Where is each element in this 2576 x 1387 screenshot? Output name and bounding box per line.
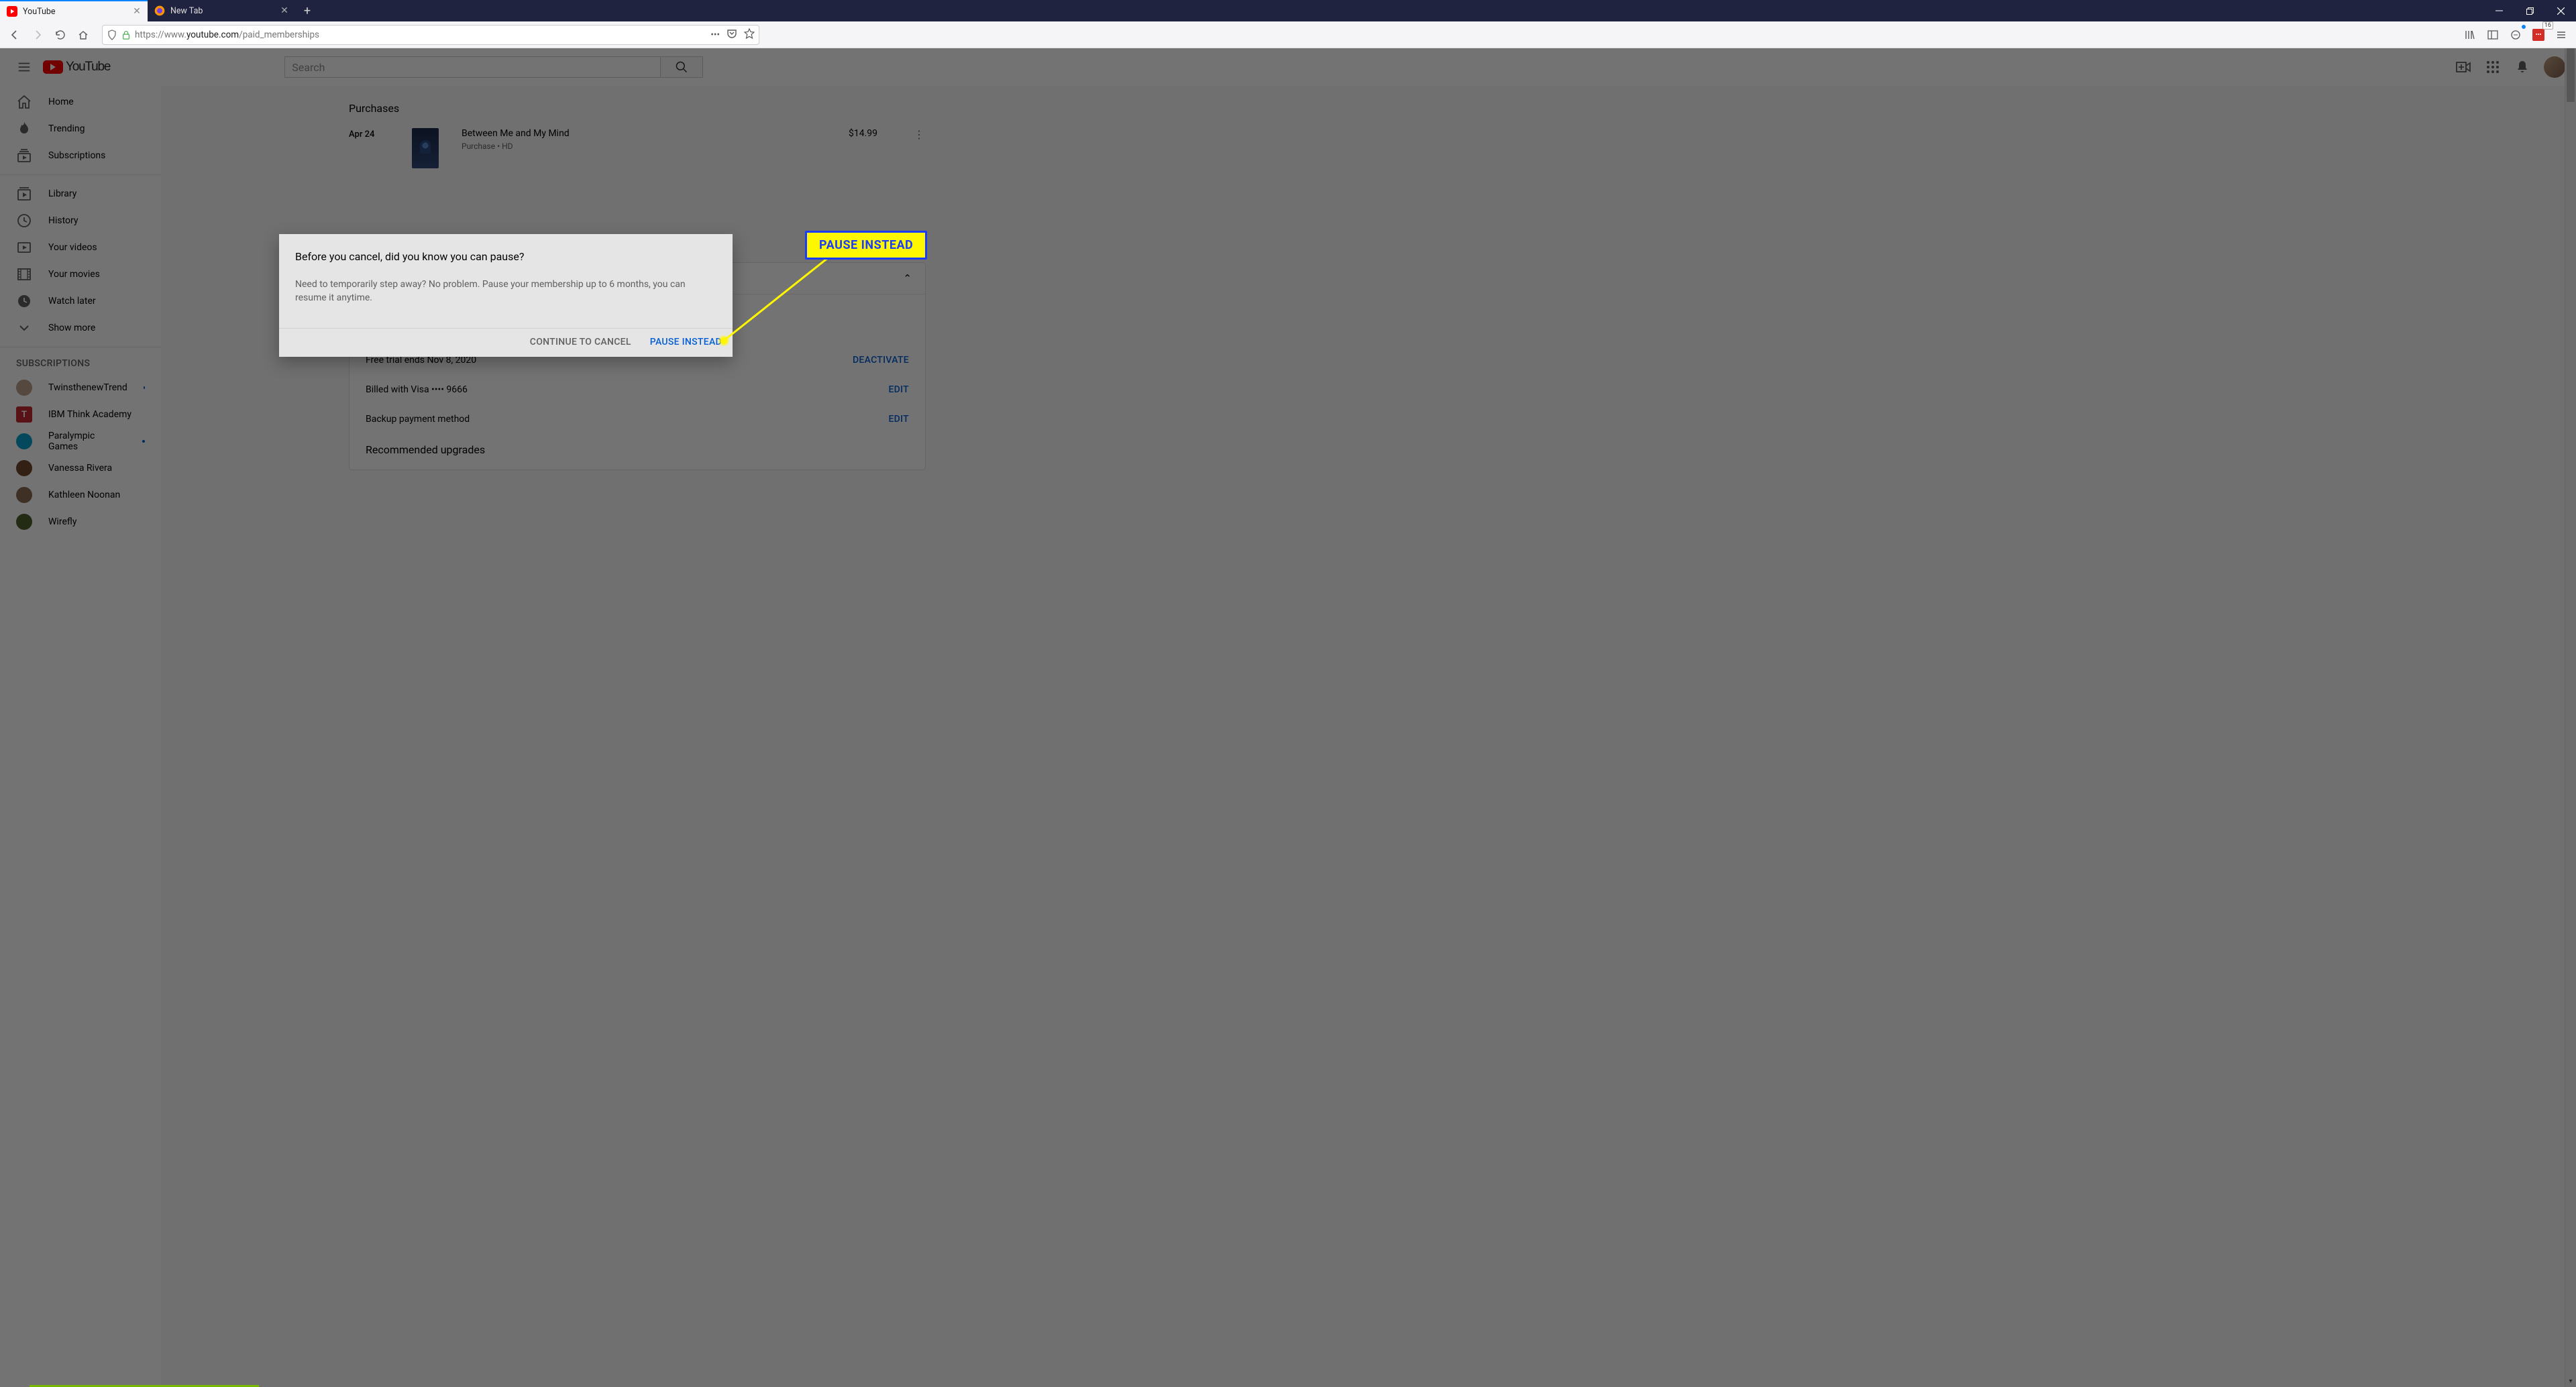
maximize-button[interactable] [2514,0,2545,21]
forward-button[interactable] [27,24,48,46]
extension-lastpass-icon[interactable]: ••• 16 [2528,24,2549,46]
url-bar[interactable]: https://www.youtube.com/paid_memberships… [102,25,759,45]
continue-cancel-button[interactable]: CONTINUE TO CANCEL [530,337,631,347]
callout-label: PAUSE INSTEAD [805,231,927,260]
container-icon[interactable] [2505,24,2526,46]
lock-icon[interactable] [121,30,131,40]
library-icon[interactable] [2459,24,2481,46]
tab-youtube[interactable]: YouTube ✕ [0,0,148,21]
close-button[interactable] [2545,0,2576,21]
new-tab-button[interactable]: + [295,0,319,21]
modal-text: Need to temporarily step away? No proble… [295,278,716,305]
reload-button[interactable] [50,24,71,46]
home-button[interactable] [72,24,94,46]
tab-title: New Tab [170,6,274,16]
back-button[interactable] [4,24,25,46]
badge-count: 16 [2542,21,2553,30]
bookmark-icon[interactable] [744,28,755,42]
minimize-button[interactable] [2483,0,2514,21]
sidebar-icon[interactable] [2482,24,2504,46]
window-controls [2483,0,2576,21]
browser-titlebar: YouTube ✕ New Tab ✕ + [0,0,2576,21]
shield-icon[interactable] [107,30,117,40]
browser-toolbar: https://www.youtube.com/paid_memberships… [0,21,2576,48]
pause-modal: Before you cancel, did you know you can … [279,234,733,357]
close-icon[interactable]: ✕ [131,6,142,17]
page-actions-icon[interactable]: ••• [710,30,720,40]
pocket-icon[interactable] [727,28,737,42]
highlight-dot [718,335,730,347]
tab-title: YouTube [23,7,126,17]
close-icon[interactable]: ✕ [279,5,290,16]
firefox-icon [154,5,165,16]
youtube-icon [7,6,17,17]
menu-button[interactable] [2551,24,2572,46]
modal-title: Before you cancel, did you know you can … [295,250,716,263]
url-text: https://www.youtube.com/paid_memberships [135,30,706,40]
tab-newtab[interactable]: New Tab ✕ [148,0,295,21]
